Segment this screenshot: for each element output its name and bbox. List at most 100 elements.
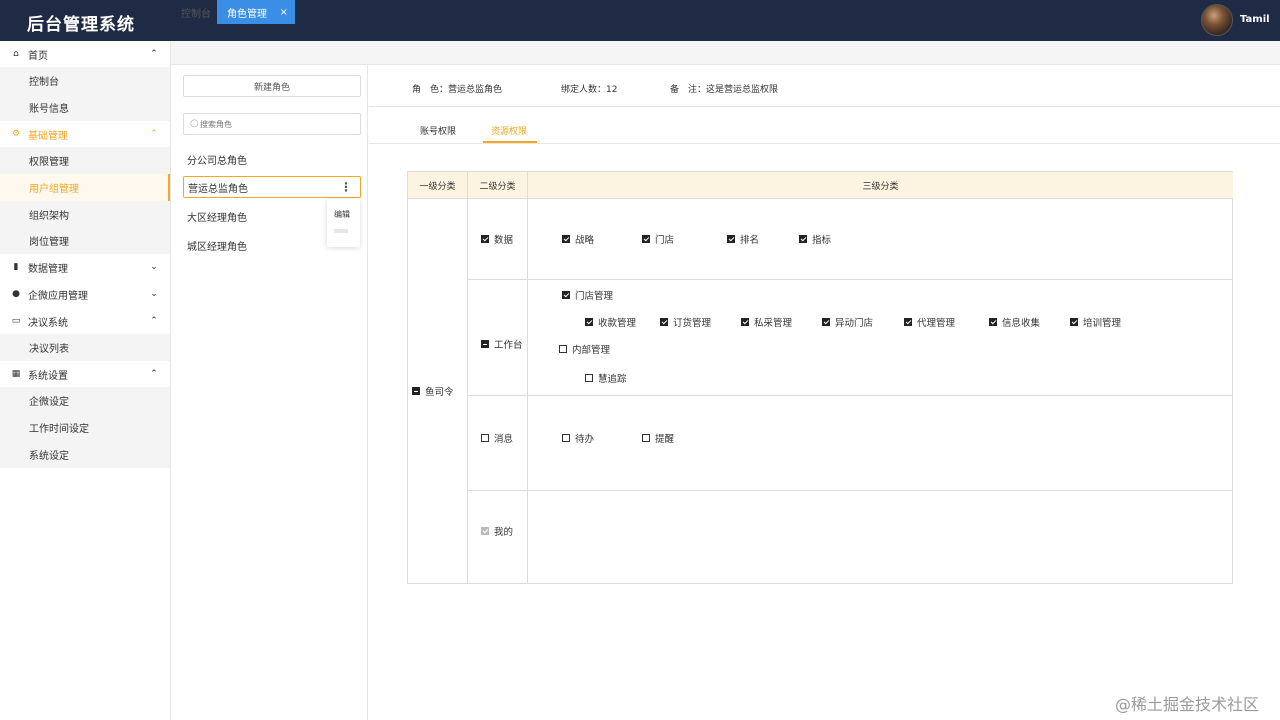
- checkbox-empty-icon: [481, 434, 489, 442]
- checkbox-label: 我的: [494, 527, 514, 538]
- sidebar-item-permission[interactable]: 权限管理: [0, 147, 170, 174]
- sidebar-item-resolution-list[interactable]: 决议列表: [0, 334, 170, 361]
- checkbox-changed-stores[interactable]: 异动门店: [822, 315, 873, 329]
- column-divider: [527, 199, 528, 584]
- checkbox-label: 待办: [575, 434, 595, 445]
- checkbox-training-management[interactable]: 培训管理: [1070, 315, 1121, 329]
- tab-label: 角色管理: [227, 8, 267, 20]
- gear-icon: ⚙: [11, 129, 21, 139]
- menu-group-label: 基础管理: [28, 130, 68, 142]
- role-context-menu: 编辑: [327, 199, 360, 247]
- sidebar-item-user-group[interactable]: 用户组管理: [0, 174, 170, 201]
- checkbox-agent-management[interactable]: 代理管理: [904, 315, 955, 329]
- checkbox-private-purchase[interactable]: 私采管理: [741, 315, 792, 329]
- sidebar-item-wecom-settings[interactable]: 企微设定: [0, 387, 170, 414]
- checkbox-label: 消息: [494, 434, 514, 445]
- menu-group-wecom[interactable]: ● 企微应用管理 ⌄: [0, 281, 170, 307]
- role-item-selected[interactable]: 营运总监角色 ⋮: [183, 176, 361, 198]
- role-info-bar: [369, 65, 1280, 107]
- menu-group-home[interactable]: ⌂ 首页 ⌃: [0, 41, 170, 67]
- checkbox-order-management[interactable]: 订货管理: [660, 315, 711, 329]
- sidebar-item-org[interactable]: 组织架构: [0, 201, 170, 228]
- checkbox-label: 订货管理: [673, 318, 712, 329]
- role-info: 角 色：营运总监角色: [412, 82, 502, 95]
- new-role-button[interactable]: 新建角色: [183, 75, 361, 97]
- sidebar-item-console[interactable]: 控制台: [0, 67, 170, 94]
- menu-group-resolution[interactable]: ▭ 决议系统 ⌃: [0, 308, 170, 334]
- checkbox-label: 门店管理: [575, 291, 614, 302]
- active-tab-underline: [483, 141, 537, 143]
- tab-console[interactable]: 控制台: [171, 0, 221, 24]
- role-label: 营运总监角色: [188, 183, 248, 195]
- username[interactable]: Tamil: [1240, 14, 1270, 25]
- checkbox-reminder[interactable]: 提醒: [642, 431, 674, 445]
- checkbox-label: 排名: [740, 235, 760, 246]
- role-search[interactable]: ○: [183, 113, 361, 135]
- checkbox-checked-icon: [585, 318, 593, 326]
- checkbox-label: 异动门店: [835, 318, 874, 329]
- checkbox-indicator[interactable]: 指标: [799, 232, 831, 246]
- menu-group-basic-management[interactable]: ⚙ 基础管理 ⌃: [0, 121, 170, 147]
- wechat-icon: ●: [12, 289, 20, 299]
- checkbox-info-collection[interactable]: 信息收集: [989, 315, 1040, 329]
- menu-group-system-settings[interactable]: ▦ 系统设置 ⌃: [0, 361, 170, 387]
- grid-icon: ▦: [11, 369, 21, 379]
- search-input[interactable]: [200, 116, 350, 132]
- row-divider: [468, 490, 1233, 491]
- checkbox-label: 提醒: [655, 434, 675, 445]
- checkbox-checked-icon: [660, 318, 668, 326]
- checkbox-ranking[interactable]: 排名: [727, 232, 759, 246]
- checkbox-strategy[interactable]: 战略: [562, 232, 594, 246]
- menu-group-label: 系统设置: [28, 370, 68, 382]
- checkbox-disabled-icon: [481, 527, 489, 535]
- checkbox-label: 信息收集: [1002, 318, 1041, 329]
- checkbox-message[interactable]: 消息: [481, 431, 513, 445]
- checkbox-label: 私采管理: [754, 318, 793, 329]
- checkbox-workbench[interactable]: 工作台: [481, 337, 523, 351]
- bound-count: 绑定人数：12: [561, 82, 617, 95]
- watermark: @稀土掘金技术社区: [1115, 695, 1260, 714]
- role-note-value: 这是营运总监权限: [706, 85, 779, 95]
- role-item[interactable]: 分公司总角色: [183, 148, 361, 170]
- header-level1: 一级分类: [408, 172, 468, 199]
- menu-group-data[interactable]: ▮ 数据管理 ⌄: [0, 254, 170, 280]
- sidebar-item-post[interactable]: 岗位管理: [0, 227, 170, 254]
- sidebar-item-worktime-settings[interactable]: 工作时间设定: [0, 414, 170, 441]
- checkbox-empty-icon: [559, 345, 567, 353]
- edit-menu-item[interactable]: 编辑: [334, 209, 350, 220]
- more-icon[interactable]: ⋮: [340, 180, 352, 194]
- checkbox-checked-icon: [741, 318, 749, 326]
- user-avatar[interactable]: [1201, 4, 1233, 36]
- checkbox-checked-icon: [904, 318, 912, 326]
- checkbox-label: 鱼司令: [425, 387, 454, 398]
- checkbox-checked-icon: [481, 235, 489, 243]
- checkbox-payment-management[interactable]: 收款管理: [585, 315, 636, 329]
- checkbox-data[interactable]: 数据: [481, 232, 513, 246]
- tab-resource-permission[interactable]: 资源权限: [491, 124, 527, 137]
- close-icon[interactable]: ×: [280, 7, 288, 18]
- app-title: 后台管理系统: [27, 15, 135, 35]
- tab-role-management[interactable]: 角色管理 ×: [217, 0, 295, 24]
- sidebar-item-account-info[interactable]: 账号信息: [0, 94, 170, 121]
- sidebar-item-system-settings[interactable]: 系统设定: [0, 441, 170, 468]
- chevron-up-icon: ⌃: [150, 129, 158, 139]
- tab-account-permission[interactable]: 账号权限: [420, 124, 456, 137]
- checkbox-label: 工作台: [494, 340, 523, 351]
- checkbox-checked-icon: [562, 291, 570, 299]
- page-tabs-bar: [171, 41, 1280, 65]
- menu-group-label: 企微应用管理: [28, 290, 88, 302]
- checkbox-todo[interactable]: 待办: [562, 431, 594, 445]
- checkbox-label: 培训管理: [1083, 318, 1122, 329]
- menu-item-placeholder[interactable]: [334, 229, 348, 233]
- checkbox-internal-management[interactable]: 内部管理: [559, 342, 610, 356]
- checkbox-label: 指标: [812, 235, 832, 246]
- checkbox-store-management[interactable]: 门店管理: [562, 288, 613, 302]
- checkbox-smart-tracking[interactable]: 慧追踪: [585, 371, 627, 385]
- header-level2: 二级分类: [468, 172, 528, 199]
- checkbox-store[interactable]: 门店: [642, 232, 674, 246]
- checkbox-root[interactable]: 鱼司令: [412, 384, 454, 398]
- sidebar: ⌂ 首页 ⌃ 控制台 账号信息 ⚙ 基础管理 ⌃ 权限管理 用户组管理 组织架构…: [0, 41, 171, 720]
- chevron-up-icon: ⌃: [150, 369, 158, 379]
- bound-count-value: 12: [606, 85, 618, 95]
- checkbox-mine[interactable]: 我的: [481, 524, 513, 538]
